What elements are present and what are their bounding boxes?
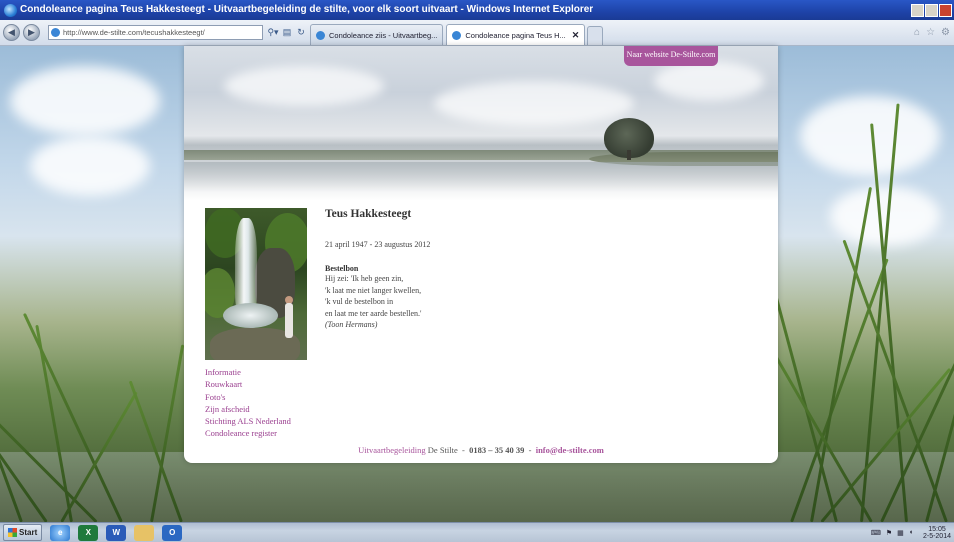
clock-time: 15:05 bbox=[928, 525, 946, 533]
excel-icon[interactable]: X bbox=[78, 524, 99, 541]
life-dates: 21 april 1947 - 23 augustus 2012 bbox=[325, 240, 431, 249]
favorites-star-icon[interactable]: ☆ bbox=[926, 27, 935, 38]
new-tab-button[interactable] bbox=[587, 26, 604, 45]
tab-condoleance-site[interactable]: Condoleance ziis - Uitvaartbeg... bbox=[310, 24, 444, 45]
banner-cloud bbox=[654, 61, 764, 101]
right-tools: ⌂ ☆ ⚙ bbox=[908, 27, 950, 38]
minimize-button[interactable] bbox=[911, 3, 924, 17]
menu-item-informatie[interactable]: Informatie bbox=[205, 366, 291, 378]
windows-taskbar: Start e X W O ⌨ ⚑ ▦ ◖ 15:05 2-5-2014 bbox=[0, 522, 954, 542]
flag-icon[interactable]: ⚑ bbox=[886, 529, 892, 537]
main-content: Teus Hakkesteegt 21 april 1947 - 23 augu… bbox=[325, 208, 625, 331]
back-arrow-icon[interactable]: ◀ bbox=[3, 24, 20, 41]
background-cloud bbox=[800, 96, 940, 176]
home-icon[interactable]: ⌂ bbox=[914, 27, 920, 38]
poem-line: Hij zei: 'Ik heb geen zin, bbox=[325, 274, 404, 283]
poem-line: 'k laat me niet langer kwellen, bbox=[325, 285, 422, 295]
folder-icon[interactable] bbox=[134, 524, 155, 541]
address-tools: ⚲▾ ▤ ↻ bbox=[265, 26, 307, 39]
photo-person bbox=[285, 303, 293, 338]
page-favicon-icon bbox=[51, 28, 60, 37]
start-label: Start bbox=[19, 528, 38, 537]
content-panel: Naar website De-Stilte.com Informatie Ro… bbox=[184, 46, 778, 463]
footer-brand: De Stilte bbox=[427, 445, 458, 455]
tab-favicon-icon bbox=[316, 30, 325, 40]
word-icon[interactable]: W bbox=[106, 524, 127, 541]
footer-email-link[interactable]: info@de-stilte.com bbox=[536, 445, 604, 455]
address-bar[interactable]: http://www.de-stilte.com/tecushakkesteeg… bbox=[48, 25, 263, 40]
internet-explorer-icon[interactable]: e bbox=[50, 524, 71, 541]
waterfall-photo bbox=[205, 208, 307, 360]
poem-line: 'k vul de bestelbon in bbox=[325, 297, 394, 307]
window-titlebar[interactable]: Condoleance pagina Teus Hakkesteegt - Ui… bbox=[0, 0, 954, 20]
photo-splash bbox=[223, 303, 278, 328]
lake-banner-image bbox=[184, 46, 778, 201]
page-footer: Uitvaartbegeleiding De Stilte - 0183 – 3… bbox=[184, 443, 778, 463]
tab-label: Condoleance ziis - Uitvaartbeg... bbox=[329, 30, 438, 40]
keyboard-icon[interactable]: ⌨ bbox=[871, 529, 881, 537]
poem-line: en laat me ter aarde bestellen.' bbox=[325, 308, 422, 318]
search-dropdown-icon[interactable]: ⚲▾ bbox=[267, 26, 279, 39]
close-button[interactable] bbox=[939, 3, 952, 17]
banner-water-reflection bbox=[184, 162, 778, 192]
browser-toolbar: ◀ ▶ http://www.de-stilte.com/tecushakkes… bbox=[0, 20, 954, 46]
start-button[interactable]: Start bbox=[3, 524, 43, 541]
menu-item-zijn-afscheid[interactable]: Zijn afscheid bbox=[205, 403, 291, 415]
footer-separator: - bbox=[528, 445, 532, 455]
windows-logo-icon bbox=[8, 528, 17, 537]
background-cloud bbox=[30, 136, 150, 196]
tab-condoleance-page[interactable]: Condoleance pagina Teus H... ✕ bbox=[446, 24, 586, 45]
site-link-button[interactable]: Naar website De-Stilte.com bbox=[624, 46, 718, 66]
footer-brand-prefix: Uitvaartbegeleiding bbox=[358, 445, 426, 455]
system-tray: ⌨ ⚑ ▦ ◖ 15:05 2-5-2014 bbox=[866, 526, 951, 540]
footer-phone: 0183 – 35 40 39 bbox=[469, 445, 525, 455]
settings-gear-icon[interactable]: ⚙ bbox=[941, 27, 950, 38]
poem-author: (Toon Hermans) bbox=[325, 320, 378, 330]
volume-icon[interactable]: ◖ bbox=[909, 529, 913, 536]
clock[interactable]: 15:05 2-5-2014 bbox=[918, 526, 951, 540]
menu-item-fotos[interactable]: Foto's bbox=[205, 391, 291, 403]
banner-tree-trunk bbox=[627, 150, 631, 160]
background-cloud bbox=[10, 66, 160, 136]
tab-label: Condoleance pagina Teus H... bbox=[465, 30, 566, 40]
restore-button[interactable] bbox=[925, 3, 938, 17]
page-title: Teus Hakkesteegt bbox=[325, 208, 412, 220]
banner-cloud bbox=[434, 81, 634, 126]
network-icon[interactable]: ▦ bbox=[897, 529, 904, 537]
menu-item-condoleance-register[interactable]: Condoleance register bbox=[205, 427, 291, 439]
forward-arrow-icon[interactable]: ▶ bbox=[23, 24, 40, 41]
menu-item-rouwkaart[interactable]: Rouwkaart bbox=[205, 378, 291, 390]
clock-date: 2-5-2014 bbox=[922, 532, 951, 540]
internet-explorer-icon bbox=[4, 3, 17, 17]
poem-title: Bestelbon bbox=[325, 264, 359, 273]
banner-cloud bbox=[224, 66, 384, 106]
window-controls bbox=[910, 3, 952, 17]
compatibility-view-icon[interactable]: ▤ bbox=[281, 26, 293, 39]
address-url[interactable]: http://www.de-stilte.com/tecushakkesteeg… bbox=[63, 28, 262, 37]
tab-favicon-icon bbox=[452, 30, 462, 40]
tab-close-icon[interactable]: ✕ bbox=[572, 30, 580, 41]
side-menu: Informatie Rouwkaart Foto's Zijn afschei… bbox=[205, 366, 291, 440]
photo-waterfall bbox=[235, 218, 257, 313]
menu-item-stichting-als[interactable]: Stichting ALS Nederland bbox=[205, 415, 291, 427]
outlook-icon[interactable]: O bbox=[162, 524, 183, 541]
footer-separator: - bbox=[462, 445, 465, 455]
window-title: Condoleance pagina Teus Hakkesteegt - Ui… bbox=[20, 4, 594, 15]
refresh-icon[interactable]: ↻ bbox=[295, 26, 307, 39]
